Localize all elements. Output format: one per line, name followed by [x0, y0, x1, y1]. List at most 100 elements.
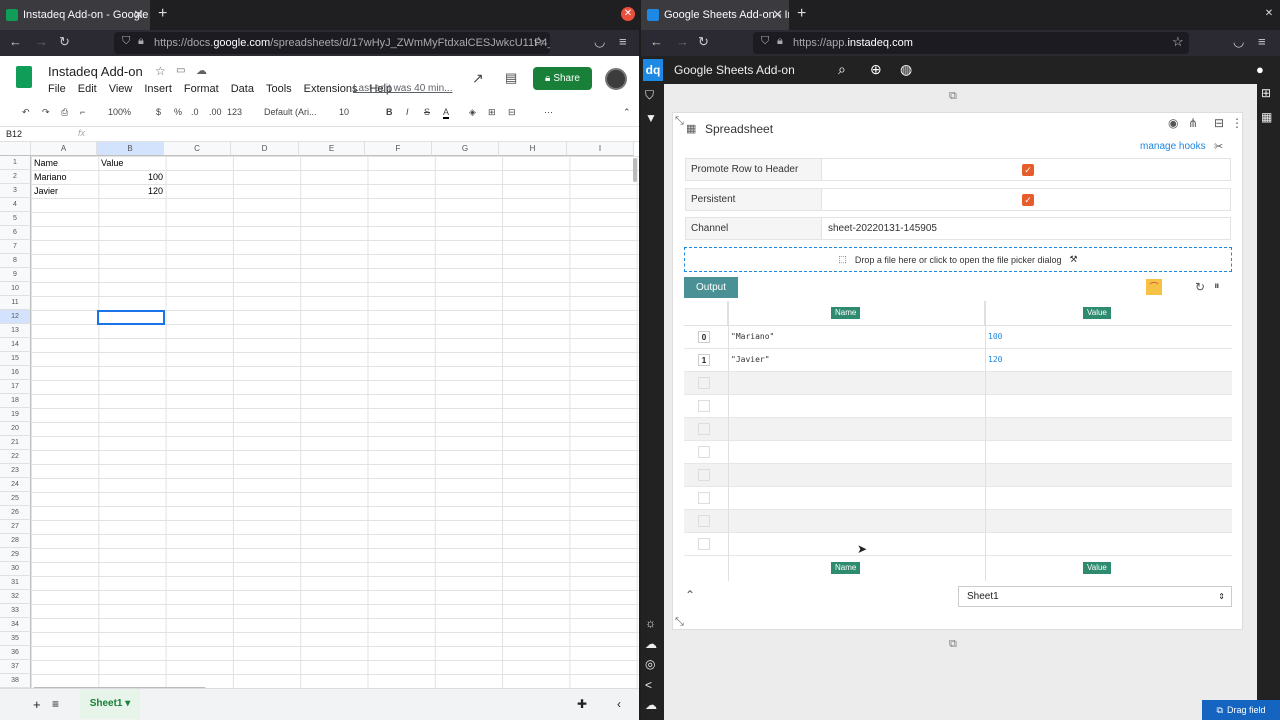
- cell-a1[interactable]: Name: [32, 156, 60, 170]
- cell-b3[interactable]: 120: [99, 184, 165, 198]
- column-header[interactable]: F: [365, 142, 432, 156]
- table-row[interactable]: [684, 510, 1232, 533]
- globe-icon[interactable]: ◍: [900, 61, 912, 78]
- cell-ref-box[interactable]: B12: [6, 129, 22, 139]
- drag-field-button[interactable]: ⧉ Drag field: [1202, 700, 1280, 720]
- basket-icon[interactable]: ⛉: [645, 88, 654, 103]
- row-header[interactable]: 4: [0, 198, 31, 212]
- back-icon[interactable]: ←: [9, 34, 22, 49]
- table-row[interactable]: [684, 487, 1232, 510]
- menu-file[interactable]: File: [48, 83, 66, 95]
- add-circle-icon[interactable]: ⊕: [870, 61, 882, 78]
- row-header[interactable]: 13: [0, 324, 31, 338]
- table-icon[interactable]: ▦: [1261, 110, 1272, 124]
- corner-cell[interactable]: [0, 142, 31, 156]
- reload-icon[interactable]: ↻: [59, 34, 70, 50]
- menu-insert[interactable]: Insert: [144, 83, 172, 95]
- trend-chart-icon[interactable]: ↗: [472, 70, 484, 87]
- paint-format-icon[interactable]: ⌐: [80, 107, 85, 117]
- last-edit-link[interactable]: Last edit was 40 min...: [353, 83, 453, 94]
- row-header[interactable]: 18: [0, 394, 31, 408]
- table-row[interactable]: 1 "Javier" 120: [684, 349, 1232, 372]
- copy-plus-icon[interactable]: ⧉: [949, 638, 957, 651]
- value-footer-badge[interactable]: Value: [1083, 562, 1111, 574]
- explore-icon[interactable]: ✚: [577, 697, 587, 711]
- menu-format[interactable]: Format: [184, 83, 219, 95]
- cell-a2[interactable]: Mariano: [32, 170, 69, 184]
- magic-wand-icon[interactable]: ⚒: [1070, 254, 1078, 265]
- menu-view[interactable]: View: [109, 83, 133, 95]
- increase-decimal-button[interactable]: .00: [209, 107, 222, 117]
- sheet-tab[interactable]: Sheet1 ▾: [80, 689, 140, 719]
- comments-icon[interactable]: ▤: [505, 70, 517, 86]
- row-header[interactable]: 33: [0, 604, 31, 618]
- column-header[interactable]: A: [31, 142, 97, 156]
- doc-title[interactable]: Instadeq Add-on: [48, 64, 143, 79]
- bold-button[interactable]: B: [386, 107, 393, 117]
- strikethrough-button[interactable]: S: [424, 107, 430, 117]
- row-header[interactable]: 24: [0, 478, 31, 492]
- address-bar[interactable]: ⛉ 🔒︎ https://docs. google.com/spreadsheet…: [114, 32, 550, 54]
- row-header[interactable]: 19: [0, 408, 31, 422]
- merge-cells-icon[interactable]: ⊟: [508, 107, 516, 118]
- table-row[interactable]: [684, 372, 1232, 395]
- back-icon[interactable]: ←: [650, 34, 663, 49]
- avatar[interactable]: [605, 68, 627, 90]
- row-header[interactable]: 21: [0, 436, 31, 450]
- value-header-badge[interactable]: Value: [1083, 307, 1111, 319]
- row-header[interactable]: 14: [0, 338, 31, 352]
- refresh-icon[interactable]: ↻: [1195, 280, 1205, 294]
- address-bar[interactable]: ⛉ 🔒︎ https://app. instadeq.com: [753, 32, 1189, 54]
- target-icon[interactable]: ◎: [645, 657, 655, 671]
- hamburger-menu-icon[interactable]: ≡: [619, 34, 627, 49]
- name-header-badge[interactable]: Name: [831, 307, 861, 319]
- drag-handle-icon[interactable]: ⤡: [675, 115, 684, 128]
- table-row[interactable]: [684, 418, 1232, 441]
- column-header[interactable]: H: [499, 142, 567, 156]
- menu-edit[interactable]: Edit: [78, 83, 97, 95]
- star-icon[interactable]: ☆: [155, 64, 166, 78]
- reload-icon[interactable]: ↻: [698, 34, 709, 50]
- row-header[interactable]: 17: [0, 380, 31, 394]
- print-icon[interactable]: ⎙: [61, 107, 68, 118]
- pause-icon[interactable]: ⏸: [1214, 280, 1220, 293]
- row-header[interactable]: 20: [0, 422, 31, 436]
- output-tab[interactable]: Output: [684, 277, 738, 298]
- table-row[interactable]: [684, 441, 1232, 464]
- row-header[interactable]: 28: [0, 534, 31, 548]
- eye-icon[interactable]: ◉: [1168, 116, 1178, 130]
- column-header[interactable]: B: [97, 142, 164, 156]
- more-vert-icon[interactable]: ⋮: [1231, 116, 1243, 130]
- italic-button[interactable]: I: [406, 107, 409, 117]
- menu-data[interactable]: Data: [231, 83, 254, 95]
- font-size-select[interactable]: 10: [339, 107, 349, 117]
- table-row[interactable]: [684, 395, 1232, 418]
- column-header[interactable]: E: [299, 142, 365, 156]
- collapse-icon[interactable]: ⌃: [623, 107, 631, 118]
- row-header[interactable]: 27: [0, 520, 31, 534]
- window-close-icon[interactable]: ✕: [1262, 7, 1276, 21]
- clear-icon[interactable]: ⌒: [1146, 279, 1162, 295]
- brightness-icon[interactable]: ☼: [645, 616, 656, 630]
- row-header[interactable]: 6: [0, 226, 31, 240]
- collapse-side-icon[interactable]: ‹: [617, 697, 621, 711]
- all-sheets-icon[interactable]: ≡: [52, 697, 59, 711]
- row-header[interactable]: 31: [0, 576, 31, 590]
- add-sheet-icon[interactable]: +: [33, 697, 41, 712]
- row-header[interactable]: 8: [0, 254, 31, 268]
- tab-close-icon[interactable]: ✕: [772, 7, 783, 23]
- forward-icon[interactable]: →: [676, 34, 689, 49]
- row-header[interactable]: 3: [0, 184, 31, 198]
- table-row[interactable]: [684, 464, 1232, 487]
- menu-tools[interactable]: Tools: [266, 83, 292, 95]
- currency-button[interactable]: $: [156, 107, 161, 117]
- share-icon[interactable]: <: [645, 678, 652, 692]
- tab-instadeq[interactable]: Google Sheets Add-on - Ins ✕: [641, 0, 789, 30]
- row-header[interactable]: 23: [0, 464, 31, 478]
- share-button[interactable]: 🔒︎ Share: [533, 67, 592, 90]
- table-row[interactable]: 0 "Mariano" 100: [684, 326, 1232, 349]
- row-header[interactable]: 37: [0, 660, 31, 674]
- tab-close-icon[interactable]: ✕: [133, 7, 144, 23]
- more-formats-button[interactable]: 123: [227, 107, 242, 117]
- row-header[interactable]: 30: [0, 562, 31, 576]
